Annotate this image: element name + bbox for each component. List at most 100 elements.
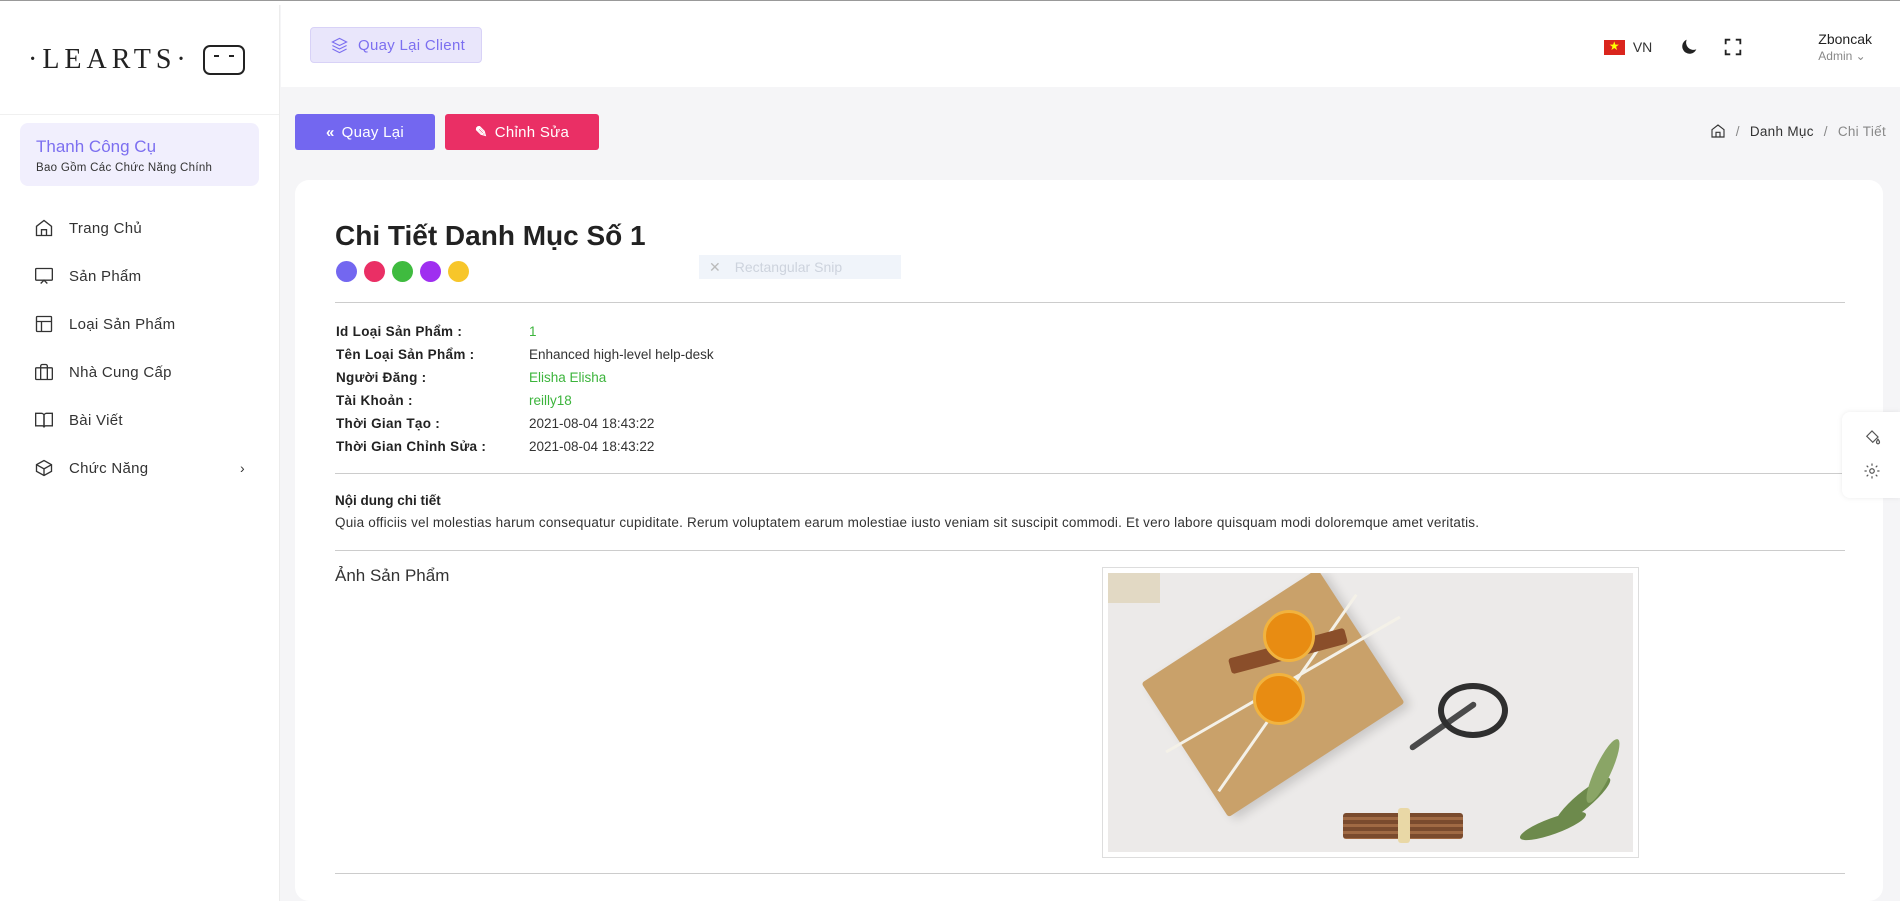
product-image-frame [1102, 567, 1639, 858]
sidebar-item-posts[interactable]: Bài Viết [0, 396, 279, 444]
info-label: Người Đăng : [336, 370, 427, 385]
moon-icon[interactable] [1678, 36, 1700, 58]
chevron-right-icon: › [240, 460, 245, 476]
back-button[interactable]: « Quay Lại [295, 114, 435, 150]
back-button-label: Quay Lại [341, 123, 405, 141]
sidebar-menu: Trang Chủ Sản Phẩm Loại Sản Phẩm Nhà Cun… [0, 204, 279, 492]
content-text: Quia officiis vel molestias harum conseq… [335, 515, 1480, 530]
sidebar: ·LEARTS· Thanh Công Cụ Bao Gồm Các Chức … [0, 5, 280, 901]
info-value: Elisha Elisha [529, 370, 607, 385]
snip-icon: ✕ [709, 258, 721, 275]
header-right-group: VN Zboncak Admin ⌄ [1603, 27, 1872, 67]
sidebar-item-products[interactable]: Sản Phẩm [0, 252, 279, 300]
info-label: Thời Gian Tạo : [336, 416, 441, 431]
info-row: Id Loại Sản Phẩm : 1 [336, 320, 714, 343]
color-dot[interactable] [420, 261, 441, 282]
snip-label: Rectangular Snip [734, 259, 843, 275]
info-value: 1 [529, 324, 537, 339]
info-row: Thời Gian Tạo : 2021-08-04 18:43:22 [336, 412, 714, 435]
briefcase-icon [35, 363, 53, 381]
sidebar-item-functions[interactable]: Chức Năng › [0, 444, 279, 492]
color-dot[interactable] [336, 261, 357, 282]
page-title: Chi Tiết Danh Mục Số 1 [335, 220, 646, 251]
divider [335, 550, 1845, 551]
divider [335, 873, 1845, 874]
user-role: Admin ⌄ [1818, 49, 1866, 63]
sidebar-item-product-types[interactable]: Loại Sản Phẩm [0, 300, 279, 348]
logo-face-icon [202, 44, 245, 75]
scissors-handle [1438, 683, 1508, 738]
rectangular-snip-overlay: ✕ Rectangular Snip [699, 255, 901, 279]
vietnam-flag-icon[interactable] [1603, 39, 1625, 55]
dried-orange-slice [1253, 673, 1305, 725]
content-heading: Nội dung chi tiết [335, 493, 441, 508]
pencil-icon: ✎ [474, 124, 488, 141]
toolbar-info-box: Thanh Công Cụ Bao Gồm Các Chức Năng Chín… [20, 123, 259, 186]
info-label: Thời Gian Chỉnh Sửa : [336, 439, 487, 454]
color-dot[interactable] [448, 261, 469, 282]
sidebar-item-home[interactable]: Trang Chủ [0, 204, 279, 252]
breadcrumb-separator: / [1735, 123, 1740, 139]
info-row: Tài Khoản : reilly18 [336, 389, 714, 412]
sidebar-item-label: Nhà Cung Cấp [69, 363, 172, 381]
sidebar-item-label: Sản Phẩm [69, 267, 142, 285]
language-selector[interactable]: VN [1633, 39, 1652, 55]
info-row: Thời Gian Chỉnh Sửa : 2021-08-04 18:43:2… [336, 435, 714, 458]
image-heading: Ảnh Sản Phẩm [335, 566, 450, 585]
info-label: Tên Loại Sản Phẩm : [336, 347, 475, 362]
user-menu[interactable]: Zboncak Admin ⌄ [1818, 31, 1872, 63]
breadcrumb-parent[interactable]: Danh Mục [1750, 124, 1814, 139]
toolbar-title: Thanh Công Cụ [36, 137, 157, 156]
olive-leaf [1580, 735, 1626, 807]
gear-icon[interactable] [1863, 462, 1881, 480]
twine-spool [1108, 573, 1160, 603]
sidebar-item-label: Bài Viết [69, 411, 123, 429]
info-list: Id Loại Sản Phẩm : 1 Tên Loại Sản Phẩm :… [336, 320, 714, 458]
dried-orange-slice [1263, 610, 1315, 662]
edit-button[interactable]: ✎ Chỉnh Sửa [445, 114, 599, 150]
home-icon[interactable] [1710, 123, 1726, 139]
sidebar-item-label: Loại Sản Phẩm [69, 315, 176, 333]
monitor-icon [35, 267, 53, 284]
fullscreen-icon[interactable] [1722, 36, 1744, 58]
back-to-client-button[interactable]: Quay Lại Client [310, 27, 482, 63]
breadcrumb-separator: / [1823, 123, 1828, 139]
divider [335, 302, 1845, 303]
breadcrumb-current: Chi Tiết [1837, 123, 1886, 139]
divider [335, 473, 1845, 474]
home-icon [35, 219, 53, 237]
detail-card: Chi Tiết Danh Mục Số 1 ✕ Rectangular Snip… [295, 180, 1883, 901]
double-chevron-left-icon: « [325, 123, 335, 141]
info-row: Tên Loại Sản Phẩm : Enhanced high-level … [336, 343, 714, 366]
info-row: Người Đăng : Elisha Elisha [336, 366, 714, 389]
breadcrumb: / Danh Mục / Chi Tiết [1710, 123, 1886, 139]
info-label: Tài Khoản : [336, 393, 413, 408]
sidebar-item-suppliers[interactable]: Nhà Cung Cấp [0, 348, 279, 396]
color-dots [336, 261, 476, 282]
product-image[interactable] [1108, 573, 1633, 852]
info-value: 2021-08-04 18:43:22 [529, 416, 655, 431]
customizer-panel [1842, 412, 1900, 498]
info-label: Id Loại Sản Phẩm : [336, 324, 463, 339]
edit-button-label: Chỉnh Sửa [494, 123, 570, 141]
info-value: Enhanced high-level help-desk [529, 347, 714, 362]
top-header: Quay Lại Client VN Zboncak Admin ⌄ [281, 5, 1900, 87]
sidebar-item-label: Trang Chủ [69, 219, 143, 237]
color-dot[interactable] [364, 261, 385, 282]
user-name: Zboncak [1818, 31, 1872, 47]
paint-bucket-icon[interactable] [1863, 428, 1881, 446]
layout-icon [35, 315, 53, 333]
bundle-tie [1398, 808, 1410, 843]
color-dot[interactable] [392, 261, 413, 282]
info-value: 2021-08-04 18:43:22 [529, 439, 655, 454]
toolbar-subtitle: Bao Gồm Các Chức Năng Chính [36, 162, 213, 174]
box-icon [35, 459, 53, 477]
layers-icon [331, 37, 348, 53]
back-to-client-label: Quay Lại Client [358, 36, 466, 54]
avatar[interactable] [1766, 28, 1804, 66]
book-icon [35, 412, 53, 428]
logo[interactable]: ·LEARTS· [0, 5, 279, 115]
olive-leaf [1517, 806, 1589, 846]
sidebar-item-label: Chức Năng [69, 459, 149, 477]
logo-text: ·LEARTS· [28, 43, 191, 75]
